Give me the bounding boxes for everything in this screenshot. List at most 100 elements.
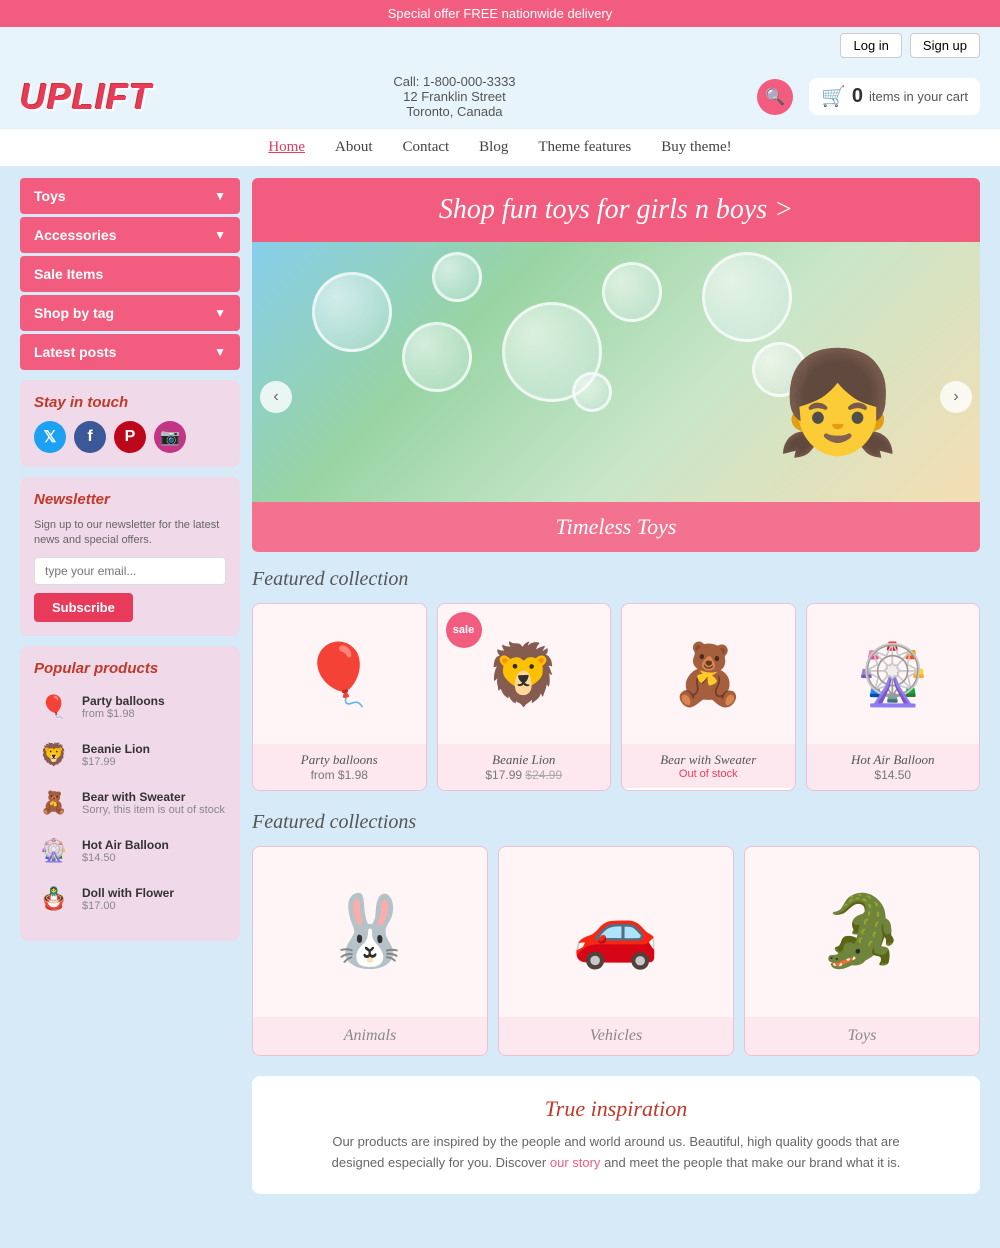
product-image: 🎈	[253, 604, 426, 744]
site-logo[interactable]: UPLIFT	[20, 76, 152, 118]
cart-count: 0	[852, 85, 863, 108]
header: UPLIFT Call: 1-800-000-3333 12 Franklin …	[0, 64, 1000, 129]
product-status: Out of stock	[630, 768, 787, 780]
product-info: Beanie Lion $17.99 $24.99	[438, 744, 611, 790]
nav-home[interactable]: Home	[268, 139, 305, 156]
newsletter-description: Sign up to our newsletter for the latest…	[34, 518, 226, 549]
carousel-next-button[interactable]: ›	[940, 381, 972, 413]
list-item[interactable]: 🪆 Doll with Flower $17.00	[34, 879, 226, 919]
product-price: $14.50	[815, 768, 972, 782]
address: 12 Franklin Street	[393, 89, 515, 104]
collection-label: Animals	[253, 1017, 487, 1055]
top-banner-text: Special offer FREE nationwide delivery	[388, 6, 613, 21]
product-name: Party balloons	[261, 752, 418, 768]
auth-bar: Log in Sign up	[0, 27, 1000, 64]
sidebar-item-shop-by-tag[interactable]: Shop by tag ▼	[20, 295, 240, 331]
sidebar-item-toys[interactable]: Toys ▼	[20, 178, 240, 214]
instagram-icon[interactable]: 📷	[154, 421, 186, 453]
collection-image: 🚗	[499, 847, 733, 1017]
product-card[interactable]: 🎈 Party balloons from $1.98	[252, 603, 427, 791]
nav-blog[interactable]: Blog	[479, 139, 508, 156]
phone-number: Call: 1-800-000-3333	[393, 74, 515, 89]
cart-label: items in your cart	[869, 89, 968, 104]
popular-products-title: Popular products	[34, 660, 226, 677]
nav-theme-features[interactable]: Theme features	[538, 139, 631, 156]
search-button[interactable]: 🔍	[757, 79, 793, 115]
old-price: $24.99	[525, 768, 562, 782]
twitter-icon[interactable]: 𝕏	[34, 421, 66, 453]
cart-area[interactable]: 🛒 0 items in your cart	[809, 78, 980, 115]
email-input[interactable]	[34, 557, 226, 585]
chevron-down-icon: ▼	[214, 345, 226, 359]
top-banner: Special offer FREE nationwide delivery	[0, 0, 1000, 27]
featured-product-grid: 🎈 Party balloons from $1.98 sale 🦁 Beani…	[252, 603, 980, 791]
bubble	[312, 272, 392, 352]
signup-button[interactable]: Sign up	[910, 33, 980, 58]
bubble	[402, 322, 472, 392]
bubble	[432, 252, 482, 302]
product-info: Hot Air Balloon $14.50	[82, 838, 169, 864]
sidebar: Toys ▼ Accessories ▼ Sale Items Shop by …	[20, 178, 240, 1194]
collection-image: 🐰	[253, 847, 487, 1017]
carousel-caption-text: Timeless Toys	[556, 514, 677, 539]
sidebar-menu: Toys ▼ Accessories ▼ Sale Items Shop by …	[20, 178, 240, 370]
inspiration-title: True inspiration	[272, 1096, 960, 1122]
subscribe-button[interactable]: Subscribe	[34, 593, 133, 622]
carousel-child-image: 👧	[775, 345, 900, 462]
product-name: Party balloons	[82, 694, 165, 708]
hero-banner-text: Shop fun toys for girls n boys >	[439, 194, 793, 225]
list-item[interactable]: 🎡 Hot Air Balloon $14.50	[34, 831, 226, 871]
sale-badge: sale	[446, 612, 482, 648]
sidebar-item-latest-posts[interactable]: Latest posts ▼	[20, 334, 240, 370]
login-button[interactable]: Log in	[840, 33, 901, 58]
product-price: $17.99	[82, 756, 150, 768]
list-item[interactable]: 🧸 Bear with Sweater Sorry, this item is …	[34, 783, 226, 823]
newsletter-widget: Newsletter Sign up to our newsletter for…	[20, 477, 240, 636]
our-story-link[interactable]: our story	[550, 1155, 601, 1170]
list-item[interactable]: 🦁 Beanie Lion $17.99	[34, 735, 226, 775]
product-price: from $1.98	[261, 768, 418, 782]
product-info: Hot Air Balloon $14.50	[807, 744, 980, 790]
product-card[interactable]: 🧸 Bear with Sweater Out of stock	[621, 603, 796, 791]
collection-card-animals[interactable]: 🐰 Animals	[252, 846, 488, 1056]
main-layout: Toys ▼ Accessories ▼ Sale Items Shop by …	[0, 166, 1000, 1206]
product-card[interactable]: 🎡 Hot Air Balloon $14.50	[806, 603, 981, 791]
sidebar-sale-label: Sale Items	[34, 266, 103, 282]
sidebar-shop-tag-label: Shop by tag	[34, 305, 114, 321]
facebook-icon[interactable]: f	[74, 421, 106, 453]
collection-label: Vehicles	[499, 1017, 733, 1055]
collection-card-vehicles[interactable]: 🚗 Vehicles	[498, 846, 734, 1056]
product-info: Doll with Flower $17.00	[82, 886, 174, 912]
product-image: 🧸	[622, 604, 795, 744]
product-price: $14.50	[82, 852, 169, 864]
nav-contact[interactable]: Contact	[403, 139, 450, 156]
hero-banner[interactable]: Shop fun toys for girls n boys >	[252, 178, 980, 242]
inspiration-text-after: and meet the people that make our brand …	[604, 1155, 900, 1170]
featured-collection-title: Featured collection	[252, 568, 980, 591]
popular-products-widget: Popular products 🎈 Party balloons from $…	[20, 646, 240, 941]
collection-card-toys[interactable]: 🐊 Toys	[744, 846, 980, 1056]
product-thumbnail: 🪆	[34, 879, 74, 919]
carousel-prev-button[interactable]: ‹	[260, 381, 292, 413]
product-thumbnail: 🦁	[34, 735, 74, 775]
product-status: Sorry, this item is out of stock	[82, 804, 225, 816]
carousel-caption: Timeless Toys	[252, 502, 980, 552]
header-contact: Call: 1-800-000-3333 12 Franklin Street …	[393, 74, 515, 119]
cart-icon: 🛒	[821, 84, 846, 109]
list-item[interactable]: 🎈 Party balloons from $1.98	[34, 687, 226, 727]
nav-buy-theme[interactable]: Buy theme!	[661, 139, 731, 156]
product-thumbnail: 🎡	[34, 831, 74, 871]
sidebar-accessories-label: Accessories	[34, 227, 117, 243]
product-price: $17.99 $24.99	[446, 768, 603, 782]
sidebar-item-accessories[interactable]: Accessories ▼	[20, 217, 240, 253]
bubble	[602, 262, 662, 322]
collections-grid: 🐰 Animals 🚗 Vehicles 🐊 Toys	[252, 846, 980, 1056]
nav-about[interactable]: About	[335, 139, 373, 156]
inspiration-text: Our products are inspired by the people …	[316, 1132, 916, 1174]
pinterest-icon[interactable]: P	[114, 421, 146, 453]
product-card[interactable]: sale 🦁 Beanie Lion $17.99 $24.99	[437, 603, 612, 791]
sidebar-item-sale[interactable]: Sale Items	[20, 256, 240, 292]
collection-image: 🐊	[745, 847, 979, 1017]
product-name: Doll with Flower	[82, 886, 174, 900]
inspiration-section: True inspiration Our products are inspir…	[252, 1076, 980, 1194]
